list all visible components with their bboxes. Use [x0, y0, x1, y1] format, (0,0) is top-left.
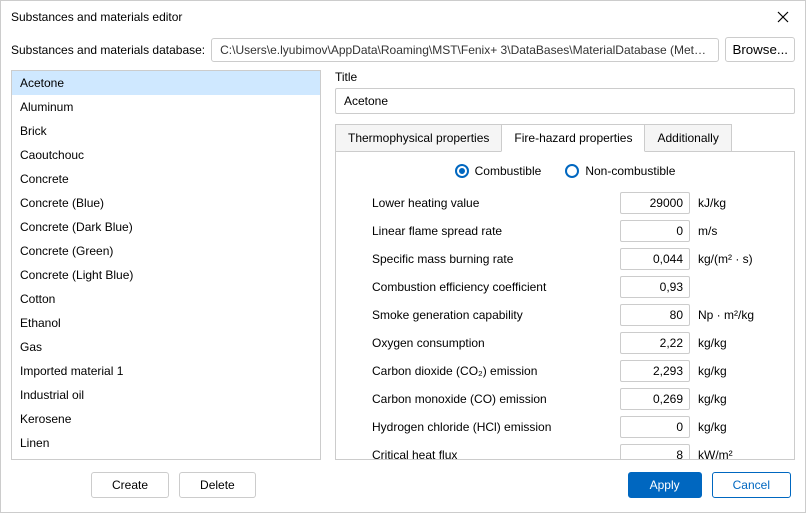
property-value-input[interactable]	[620, 248, 690, 270]
property-unit: kg/kg	[698, 392, 778, 406]
list-item[interactable]: Concrete (Dark Blue)	[12, 215, 320, 239]
property-row: Critical heat flux kW/m²	[352, 444, 778, 460]
database-label: Substances and materials database:	[11, 43, 205, 57]
title-label: Title	[335, 70, 795, 84]
property-value-input[interactable]	[620, 304, 690, 326]
radio-dot-icon	[455, 164, 469, 178]
title-input[interactable]	[335, 88, 795, 114]
list-item[interactable]: Industrial oil	[12, 383, 320, 407]
property-value-input[interactable]	[620, 416, 690, 438]
property-label: Oxygen consumption	[352, 336, 620, 350]
cancel-button[interactable]: Cancel	[712, 472, 791, 498]
list-item[interactable]: Linen	[12, 431, 320, 455]
apply-button[interactable]: Apply	[628, 472, 702, 498]
list-item[interactable]: Kerosene	[12, 407, 320, 431]
property-label: Carbon dioxide (CO₂) emission	[352, 364, 620, 378]
radio-noncombustible[interactable]: Non-combustible	[565, 164, 675, 178]
property-unit: kg/kg	[698, 336, 778, 350]
property-unit: kJ/kg	[698, 196, 778, 210]
property-row: Smoke generation capability Np · m²/kg	[352, 304, 778, 326]
titlebar: Substances and materials editor	[1, 1, 805, 33]
property-unit: m/s	[698, 224, 778, 238]
combustible-radio-group: Combustible Non-combustible	[352, 164, 778, 178]
list-item[interactable]: Acetone	[12, 71, 320, 95]
property-row: Specific mass burning rate kg/(m² · s)	[352, 248, 778, 270]
property-label: Carbon monoxide (CO) emission	[352, 392, 620, 406]
list-item[interactable]: Caoutchouc	[12, 143, 320, 167]
property-unit: kg/(m² · s)	[698, 252, 778, 266]
list-item[interactable]: Brick	[12, 119, 320, 143]
list-item[interactable]: Ethanol	[12, 311, 320, 335]
properties-container: Lower heating value kJ/kg Linear flame spr…	[352, 192, 778, 460]
radio-combustible-label: Combustible	[475, 164, 542, 178]
property-value-input[interactable]	[620, 444, 690, 460]
footer-left: Create Delete	[91, 472, 256, 498]
list-item[interactable]: Cotton	[12, 287, 320, 311]
left-panel: AcetoneAluminumBrickCaoutchoucConcreteCo…	[11, 70, 321, 460]
right-panel: Title Thermophysical properties Fire-haz…	[321, 70, 795, 460]
property-value-input[interactable]	[620, 220, 690, 242]
property-unit: kW/m²	[698, 448, 778, 460]
tab-fire-hazard[interactable]: Fire-hazard properties	[501, 124, 645, 152]
property-value-input[interactable]	[620, 332, 690, 354]
property-label: Specific mass burning rate	[352, 252, 620, 266]
window-title: Substances and materials editor	[11, 10, 182, 24]
list-item[interactable]: Concrete	[12, 167, 320, 191]
close-icon	[777, 11, 789, 23]
list-item[interactable]: Aluminum	[12, 95, 320, 119]
property-label: Hydrogen chloride (HCl) emission	[352, 420, 620, 434]
main-area: AcetoneAluminumBrickCaoutchoucConcreteCo…	[1, 70, 805, 460]
window: Substances and materials editor Substanc…	[0, 0, 806, 513]
close-button[interactable]	[771, 5, 795, 29]
property-row: Linear flame spread rate m/s	[352, 220, 778, 242]
property-value-input[interactable]	[620, 192, 690, 214]
property-row: Combustion efficiency coefficient	[352, 276, 778, 298]
property-row: Carbon monoxide (CO) emission kg/kg	[352, 388, 778, 410]
list-item[interactable]: Concrete (Light Blue)	[12, 263, 320, 287]
property-value-input[interactable]	[620, 388, 690, 410]
tab-content: Combustible Non-combustible Lower heatin…	[335, 151, 795, 460]
property-value-input[interactable]	[620, 276, 690, 298]
database-path[interactable]: C:\Users\e.lyubimov\AppData\Roaming\MST\…	[211, 38, 719, 62]
tab-additionally[interactable]: Additionally	[644, 124, 731, 152]
create-button[interactable]: Create	[91, 472, 169, 498]
footer: Create Delete Apply Cancel	[1, 460, 805, 512]
database-row: Substances and materials database: C:\Us…	[1, 33, 805, 70]
tab-thermophysical[interactable]: Thermophysical properties	[335, 124, 502, 152]
tabs: Thermophysical properties Fire-hazard pr…	[335, 124, 795, 152]
property-row: Carbon dioxide (CO₂) emission kg/kg	[352, 360, 778, 382]
materials-listbox[interactable]: AcetoneAluminumBrickCaoutchoucConcreteCo…	[11, 70, 321, 460]
property-label: Lower heating value	[352, 196, 620, 210]
property-label: Combustion efficiency coefficient	[352, 280, 620, 294]
delete-button[interactable]: Delete	[179, 472, 256, 498]
footer-right: Apply Cancel	[628, 472, 791, 498]
property-label: Smoke generation capability	[352, 308, 620, 322]
list-item[interactable]: Concrete (Green)	[12, 239, 320, 263]
property-label: Linear flame spread rate	[352, 224, 620, 238]
property-label: Critical heat flux	[352, 448, 620, 460]
list-item[interactable]: Concrete (Blue)	[12, 191, 320, 215]
radio-noncombustible-label: Non-combustible	[585, 164, 675, 178]
list-item[interactable]: Imported material 1	[12, 359, 320, 383]
property-value-input[interactable]	[620, 360, 690, 382]
property-row: Oxygen consumption kg/kg	[352, 332, 778, 354]
property-unit: Np · m²/kg	[698, 308, 778, 322]
radio-combustible[interactable]: Combustible	[455, 164, 542, 178]
radio-dot-icon	[565, 164, 579, 178]
list-item[interactable]: Gas	[12, 335, 320, 359]
property-row: Hydrogen chloride (HCl) emission kg/kg	[352, 416, 778, 438]
property-unit: kg/kg	[698, 420, 778, 434]
property-row: Lower heating value kJ/kg	[352, 192, 778, 214]
property-unit: kg/kg	[698, 364, 778, 378]
browse-button[interactable]: Browse...	[725, 37, 795, 62]
